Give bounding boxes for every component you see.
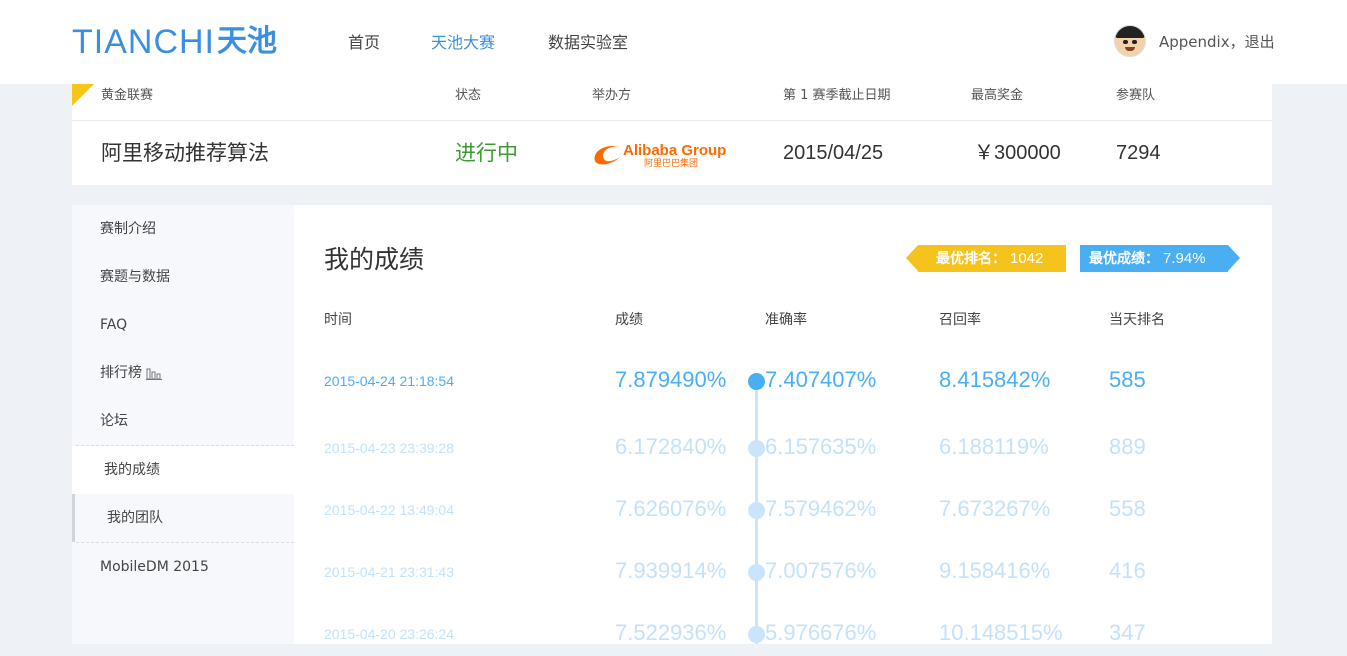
recall-value: 10.148515% [939, 620, 1063, 645]
timeline-dot [748, 502, 765, 519]
best-rank-label: 最优排名： [936, 251, 1006, 267]
column-header-time: 时间 [324, 312, 352, 328]
league-corner-ribbon [72, 84, 94, 106]
sidebar-item-mobiledm[interactable]: MobileDM 2015 [72, 543, 294, 591]
submission-time: 2015-04-23 23:39:28 [324, 440, 454, 456]
timeline-dot [748, 373, 765, 390]
table-row[interactable]: 2015-04-21 23:31:43 7.939914% 7.007576% … [294, 554, 1272, 594]
rank-value: 558 [1109, 496, 1146, 521]
avatar[interactable] [1114, 25, 1146, 57]
rank-value: 416 [1109, 558, 1146, 583]
score-value: 6.172840% [615, 434, 727, 459]
table-row[interactable]: 2015-04-20 23:26:24 7.522936% 5.976676% … [294, 616, 1272, 656]
sidebar-item-label: 论坛 [100, 413, 128, 429]
competition-name[interactable]: 阿里移动推荐算法 [101, 142, 269, 164]
nav-home[interactable]: 首页 [348, 33, 380, 53]
submission-time: 2015-04-24 21:18:54 [324, 373, 454, 389]
table-row[interactable]: 2015-04-22 13:49:04 7.626076% 7.579462% … [294, 492, 1272, 532]
rank-value: 347 [1109, 620, 1146, 645]
rank-value: 585 [1109, 367, 1146, 392]
submission-time: 2015-04-21 23:31:43 [324, 564, 454, 580]
deadline-header: 第 1 赛季截止日期 [783, 88, 891, 103]
sidebar-item-my-team[interactable]: 我的团队 [72, 494, 294, 542]
column-header-recall: 召回率 [939, 312, 981, 328]
timeline-dot [748, 440, 765, 457]
user-logout-link[interactable]: Appendix，退出 [1159, 31, 1275, 52]
best-rank-value: 1042 [1010, 250, 1044, 267]
best-score-badge: 最优成绩： 7.94% [1080, 245, 1240, 272]
prize-header: 最高奖金 [971, 88, 1024, 103]
main-panel: 赛制介绍 赛题与数据 FAQ 排行榜 论坛 我的成绩 我的团队 MobileDM… [72, 205, 1272, 645]
best-score-label: 最优成绩： [1089, 251, 1159, 267]
column-header-score: 成绩 [615, 312, 643, 328]
precision-value: 7.579462% [765, 496, 877, 521]
recall-value: 7.673267% [939, 496, 1051, 521]
logo-text-en: TIANCHI [72, 23, 215, 61]
top-nav-bar: TIANCHI 天池 首页 天池大赛 数据实验室 Appendix，退出 [0, 0, 1347, 84]
submission-time: 2015-04-20 23:26:24 [324, 626, 454, 642]
divider [72, 120, 1272, 121]
timeline-dot [748, 564, 765, 581]
bar-chart-icon [146, 368, 162, 380]
results-content: 我的成绩 最优排名： 1042 最优成绩： 7.94% 时间 成绩 准确率 召回率 … [294, 205, 1272, 645]
sidebar: 赛制介绍 赛题与数据 FAQ 排行榜 论坛 我的成绩 我的团队 MobileDM… [72, 205, 294, 644]
recall-value: 9.158416% [939, 558, 1051, 583]
nav-competitions[interactable]: 天池大赛 [431, 33, 495, 53]
sidebar-item-label: 我的成绩 [104, 462, 160, 478]
logo-text-cn: 天池 [217, 24, 277, 59]
status-badge: 进行中 [455, 141, 518, 165]
page-title: 我的成绩 [324, 245, 425, 274]
teams-header: 参赛队 [1116, 88, 1156, 103]
league-label: 黄金联赛 [101, 88, 154, 103]
sidebar-item-label: 赛题与数据 [100, 269, 170, 285]
sidebar-item-label: 赛制介绍 [100, 221, 156, 237]
timeline-dot [748, 626, 765, 643]
deadline-value: 2015/04/25 [783, 142, 884, 164]
score-value: 7.626076% [615, 496, 727, 521]
score-value: 7.939914% [615, 558, 727, 583]
logo-word-cn: 阿里巴巴集团 [644, 157, 698, 169]
sidebar-item-leaderboard[interactable]: 排行榜 [72, 349, 294, 397]
column-header-precision: 准确率 [765, 312, 807, 328]
sidebar-item-rules[interactable]: 赛制介绍 [72, 205, 294, 253]
precision-value: 7.007576% [765, 558, 877, 583]
user-menu[interactable]: Appendix，退出 [1114, 25, 1275, 57]
table-row[interactable]: 2015-04-24 21:18:54 7.879490% 7.407407% … [294, 363, 1272, 403]
sidebar-item-label: 我的团队 [107, 510, 163, 526]
sidebar-item-label: 排行榜 [100, 365, 142, 381]
recall-value: 6.188119% [939, 434, 1049, 459]
rank-value: 889 [1109, 434, 1146, 459]
teams-value: 7294 [1116, 142, 1161, 164]
sidebar-item-label: FAQ [100, 317, 128, 333]
organizer-header: 举办方 [592, 88, 632, 103]
score-value: 7.522936% [615, 620, 727, 645]
nav-data-lab[interactable]: 数据实验室 [548, 33, 628, 53]
competition-info-card: 黄金联赛 状态 举办方 第 1 赛季截止日期 最高奖金 参赛队 阿里移动推荐算法… [72, 84, 1272, 185]
best-rank-badge: 最优排名： 1042 [906, 245, 1066, 272]
sidebar-item-forum[interactable]: 论坛 [72, 397, 294, 445]
alibaba-group-logo: Alibaba Group 阿里巴巴集团 [594, 142, 726, 169]
recall-value: 8.415842% [939, 367, 1051, 392]
precision-value: 6.157635% [765, 434, 877, 459]
sidebar-item-my-results[interactable]: 我的成绩 [72, 446, 294, 494]
logo-word: Alibaba Group [623, 142, 726, 159]
best-score-value: 7.94% [1163, 250, 1206, 267]
status-header: 状态 [455, 88, 482, 103]
sidebar-item-data[interactable]: 赛题与数据 [72, 253, 294, 301]
sidebar-item-faq[interactable]: FAQ [72, 301, 294, 349]
submission-time: 2015-04-22 13:49:04 [324, 502, 454, 518]
score-value: 7.879490% [615, 367, 727, 392]
prize-value: ￥300000 [974, 142, 1061, 164]
table-row[interactable]: 2015-04-23 23:39:28 6.172840% 6.157635% … [294, 430, 1272, 470]
precision-value: 7.407407% [765, 367, 877, 392]
column-header-rank: 当天排名 [1109, 312, 1165, 328]
sidebar-item-label: MobileDM 2015 [100, 559, 209, 575]
tianchi-logo[interactable]: TIANCHI 天池 [72, 22, 277, 62]
precision-value: 5.976676% [765, 620, 877, 645]
